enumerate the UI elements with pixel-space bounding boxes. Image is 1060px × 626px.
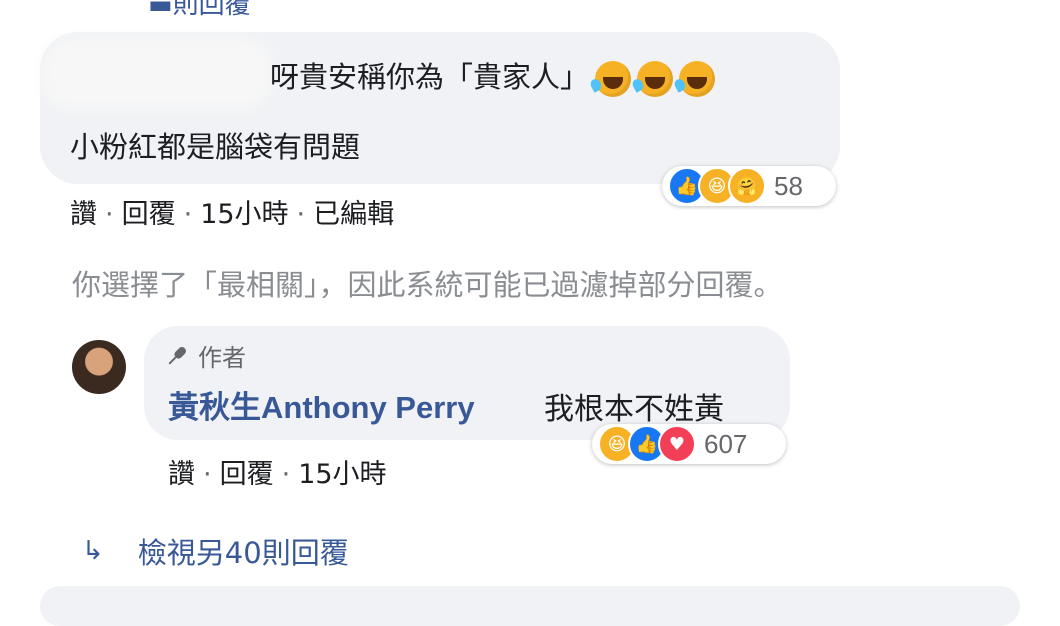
reaction-summary[interactable]: 👍 😆 🤗 58 bbox=[662, 166, 836, 206]
comment-bubble-partial bbox=[40, 586, 1020, 626]
like-link[interactable]: 讚 bbox=[70, 199, 97, 230]
view-more-label: 檢視另40則回覆 bbox=[137, 536, 349, 570]
comment-actions: 讚 · 回覆 · 15小時 bbox=[168, 459, 387, 490]
love-reaction-icon: ♥ bbox=[658, 425, 696, 463]
redacted-commenter-name bbox=[52, 48, 262, 100]
care-reaction-icon: 🤗 bbox=[728, 167, 766, 205]
comment-actions: 讚 · 回覆 · 15小時 · 已編輯 bbox=[70, 199, 395, 230]
reaction-count: 58 bbox=[774, 170, 803, 201]
reaction-count: 607 bbox=[704, 428, 748, 459]
reply-link-partial[interactable]: ▬則回覆 bbox=[148, 0, 251, 21]
author-badge-label: 作者 bbox=[198, 344, 246, 372]
timestamp[interactable]: 15小時 bbox=[298, 459, 386, 490]
like-link[interactable]: 讚 bbox=[168, 459, 195, 490]
microphone-icon bbox=[164, 343, 190, 369]
commenter-name[interactable]: 黃秋生Anthony Perry bbox=[168, 382, 475, 427]
reaction-summary[interactable]: 😆 👍 ♥ 607 bbox=[592, 424, 786, 464]
filter-notice: 你選擇了「最相關」，因此系統可能已過濾掉部分回覆。 bbox=[72, 268, 783, 302]
timestamp[interactable]: 15小時 bbox=[200, 199, 288, 230]
reply-arrow-icon: ↳ bbox=[82, 536, 104, 566]
comment-text: 呀貴安稱你為「貴家人」 bbox=[270, 60, 590, 94]
rolling-laughing-emoji-icon bbox=[679, 61, 716, 97]
reply-link[interactable]: 回覆 bbox=[122, 199, 176, 230]
comment-text: 我根本不姓黃 bbox=[544, 392, 724, 427]
view-more-replies-link[interactable]: ↳ 檢視另40則回覆 bbox=[82, 530, 349, 572]
comment-text-line: 呀貴安稱你為「貴家人」 bbox=[270, 54, 716, 97]
edited-label[interactable]: 已編輯 bbox=[313, 199, 394, 230]
author-badge: 作者 bbox=[164, 338, 246, 373]
rolling-laughing-emoji-icon bbox=[595, 61, 632, 97]
reply-link[interactable]: 回覆 bbox=[220, 459, 274, 490]
comment-text-line: 小粉紅都是腦袋有問題 bbox=[70, 130, 361, 164]
rolling-laughing-emoji-icon bbox=[637, 61, 674, 97]
reply-link-label: 則回覆 bbox=[172, 0, 251, 20]
avatar[interactable] bbox=[72, 340, 126, 394]
